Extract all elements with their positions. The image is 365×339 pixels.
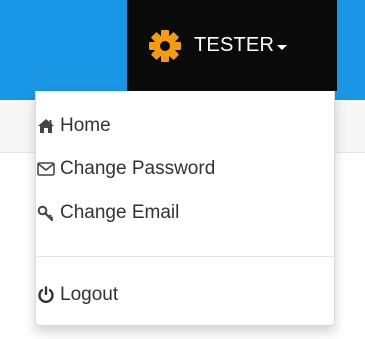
home-icon <box>36 116 56 136</box>
menu-item-home[interactable]: Home <box>36 113 111 139</box>
user-menu-toggle[interactable]: TESTER <box>127 0 337 91</box>
menu-item-label: Change Password <box>60 158 216 179</box>
menu-divider <box>35 256 335 257</box>
power-icon <box>36 285 56 305</box>
gear-icon <box>146 27 184 65</box>
envelope-icon <box>36 159 56 179</box>
menu-item-change-email[interactable]: Change Email <box>36 200 179 226</box>
menu-item-logout[interactable]: Logout <box>36 282 118 308</box>
menu-item-label: Logout <box>60 284 119 305</box>
menu-item-change-password[interactable]: Change Password <box>36 156 215 182</box>
menu-item-label: Change Email <box>60 202 180 223</box>
caret-down-icon <box>277 44 288 50</box>
key-icon <box>36 203 56 223</box>
username-label: TESTER <box>194 34 275 56</box>
menu-item-label: Home <box>60 115 111 136</box>
